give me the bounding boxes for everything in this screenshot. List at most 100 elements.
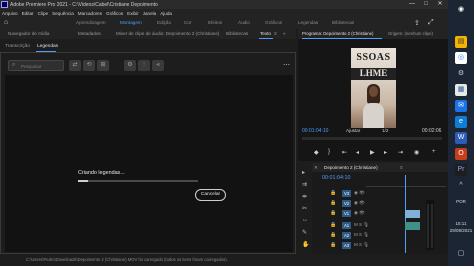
mail-icon[interactable]: ✉ [455,100,467,112]
menu-clipe[interactable]: Clipe [38,11,48,16]
settings-app-icon[interactable]: ⚙ [455,68,467,80]
store-icon[interactable]: ▦ [455,84,467,96]
home-icon[interactable]: ⌂ [4,19,12,27]
selection-tool-icon[interactable]: ▸ [302,169,305,176]
step-back-icon[interactable]: ◂ [356,149,359,156]
hand-tool-icon[interactable]: ✋ [302,241,309,248]
track-toggles[interactable]: ◉ 👁 [354,190,365,196]
track-label-a2[interactable]: A2 [342,232,351,239]
tab-menu-icon[interactable]: ≡ [274,31,277,36]
pen-tool-icon[interactable]: ✎ [302,229,307,236]
mark-out-icon[interactable]: } [328,149,330,155]
workspace-cor[interactable]: Cor [184,20,191,25]
workspace-edicao[interactable]: Edição [157,20,171,25]
menu-ajuda[interactable]: Ajuda [160,11,172,16]
keyboard-language[interactable]: POR [448,199,474,204]
track-label-v1[interactable]: V1 [342,210,351,217]
track-label-a1[interactable]: A1 [342,222,351,229]
tab-navegador-midia[interactable]: Navegador de mídia [8,31,49,36]
cancel-button[interactable]: Cancelar [195,189,226,201]
edge-icon[interactable]: e [455,116,467,128]
menu-marcadores[interactable]: Marcadores [78,11,102,16]
lock-icon[interactable]: 🔒 [330,210,336,216]
add-caption-icon[interactable]: ⊞ [97,60,109,71]
tab-texto[interactable]: Texto [260,31,271,36]
settings-icon[interactable]: ⚙ [124,60,136,71]
time-ruler[interactable] [366,179,446,187]
workspace-efeitos[interactable]: Efeitos [208,20,222,25]
merge-caption-icon[interactable]: ⫷ [152,60,164,71]
lock-icon[interactable]: 🔒 [330,242,336,248]
fullscreen-icon[interactable]: ⤢ [428,19,434,27]
lock-icon[interactable]: 🔒 [330,222,336,228]
menu-editar[interactable]: Editar [22,11,34,16]
action-center-icon[interactable]: ▢ [455,248,467,260]
clock-date[interactable]: 29/09/2021 [448,228,474,233]
track-label-v2[interactable]: V2 [342,200,351,207]
maximize-button[interactable]: □ [420,0,432,9]
go-to-in-icon[interactable]: ⇤ [342,149,347,156]
menu-janela[interactable]: Janela [143,11,157,16]
minimize-button[interactable]: — [406,0,418,9]
timeline-timecode[interactable]: 00:01:04:10 [322,175,350,181]
razor-tool-icon[interactable]: ✂ [302,205,307,212]
tab-program-monitor[interactable]: Programa: Depoimento 2 (Christiane) [302,31,373,36]
resolution-dropdown[interactable]: 1/2 [382,128,388,133]
track-toggles[interactable]: M S 🎙 [354,232,369,238]
sync-icon[interactable]: ⟲ [83,60,95,71]
track-toggles[interactable]: M S 🎙 [354,242,369,248]
office-icon[interactable]: O [455,148,467,160]
timeline-menu-icon[interactable]: ≡ [400,165,403,170]
slip-tool-icon[interactable]: ↔ [302,217,308,223]
word-icon[interactable]: W [455,132,467,144]
go-to-out-icon[interactable]: ⇥ [398,149,403,156]
step-forward-icon[interactable]: ▸ [384,149,387,156]
tab-mixer-audio[interactable]: Mixer de clipe de áudio: Depoimento 2 (C… [116,31,219,36]
track-label-a3[interactable]: A3 [342,242,351,249]
audio-clip[interactable] [405,222,420,230]
monitor-scrubber[interactable] [302,137,442,140]
lock-icon[interactable]: 🔒 [330,232,336,238]
search-input[interactable]: ⌕ Pesquisar [8,60,64,71]
chrome-icon[interactable]: ◎ [455,52,467,64]
tab-transcricao[interactable]: Transcrição [5,44,30,49]
ripple-edit-tool-icon[interactable]: ⇹ [302,193,307,200]
playhead-timecode[interactable]: 00:01:04:10 [302,128,328,134]
track-toggles[interactable]: M S 🎙 [354,222,369,228]
menu-arquivo[interactable]: Arquivo [2,11,18,16]
workspace-legendas[interactable]: Legendas [298,20,318,25]
mark-in-icon[interactable]: ◆ [314,149,319,156]
workspace-audio[interactable]: Áudio [238,20,250,25]
premiere-taskbar-icon[interactable]: Pr [455,164,467,176]
share-icon[interactable]: ⇪ [414,19,420,27]
tab-source-monitor[interactable]: Origem: (nenhum clipe) [388,31,433,36]
more-options-icon[interactable]: ⋯ [283,61,290,69]
play-icon[interactable]: ▶ [370,149,375,156]
workspace-graficos[interactable]: Gráficos [265,20,282,25]
workspace-bibliotecas[interactable]: Bibliotecas [332,20,354,25]
tab-legendas[interactable]: Legendas [37,44,58,49]
tab-bibliotecas[interactable]: Bibliotecas [226,31,248,36]
find-replace-icon[interactable]: ⇄ [69,60,81,71]
track-select-tool-icon[interactable]: ⇉ [302,181,307,188]
close-button[interactable]: ✕ [434,0,446,9]
lock-icon[interactable]: 🔒 [330,190,336,196]
menu-sequencia[interactable]: Sequência [52,11,74,16]
track-label-v3[interactable]: V3 [342,190,351,197]
lock-icon[interactable]: 🔒 [330,200,336,206]
file-explorer-icon[interactable]: ▤ [455,36,467,48]
tray-chevron-icon[interactable]: ^ [455,180,467,192]
add-button-icon[interactable]: + [432,149,436,155]
clock-time[interactable]: 15:11 [448,221,474,226]
video-clip[interactable] [405,210,420,218]
menu-exibir[interactable]: Exibir [127,11,139,16]
track-toggles[interactable]: ◉ 👁 [354,210,365,216]
tab-metadados[interactable]: Metadados [78,31,101,36]
tab-overflow-icon[interactable]: » [283,31,286,36]
export-frame-icon[interactable]: ◉ [414,149,419,156]
menu-graficos[interactable]: Gráficos [106,11,123,16]
split-caption-icon[interactable]: ⫶ [138,60,150,71]
tab-sequence[interactable]: Depoimento 2 (Christiane) [324,165,378,170]
workspace-aprendizagem[interactable]: Aprendizagem [76,20,106,25]
workspace-montagem[interactable]: Montagem [120,20,142,25]
